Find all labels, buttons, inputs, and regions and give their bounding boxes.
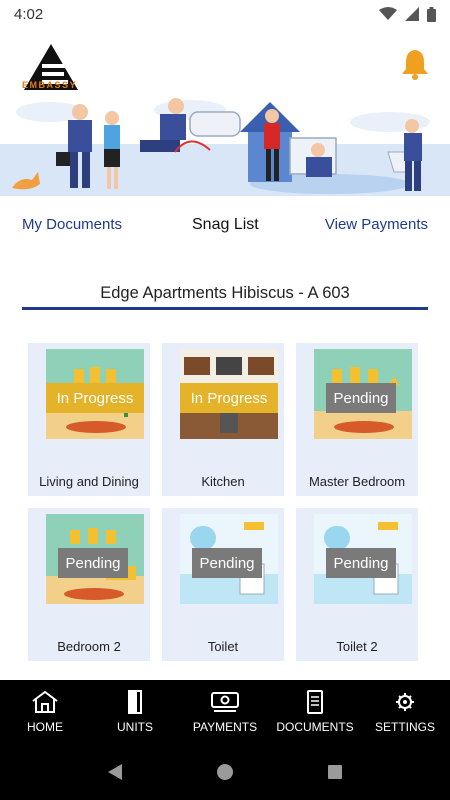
status-badge: Pending <box>192 548 262 578</box>
room-card-master-bedroom[interactable]: Pending Master Bedroom <box>296 343 418 496</box>
document-icon <box>307 690 323 714</box>
bottom-nav: HOME UNITS PAYMENTS DOCUMENTS SETTINGS <box>0 680 450 744</box>
status-time: 4:02 <box>14 5 44 23</box>
room-card-toilet-2[interactable]: Pending Toilet 2 <box>296 508 418 661</box>
room-label: Bedroom 2 <box>57 639 121 654</box>
tab-bar: My Documents Snag List View Payments <box>0 216 450 246</box>
nav-units[interactable]: UNITS <box>90 680 180 744</box>
property-title: Edge Apartments Hibiscus - A 603 <box>22 284 428 310</box>
battery-icon <box>427 6 436 22</box>
room-card-bedroom-2[interactable]: Pending Bedroom 2 <box>28 508 150 661</box>
gear-icon <box>396 693 414 711</box>
room-label: Toilet <box>207 639 239 654</box>
nav-documents[interactable]: DOCUMENTS <box>270 680 360 744</box>
home-icon <box>32 690 58 713</box>
tab-view-payments[interactable]: View Payments <box>325 216 428 233</box>
logo-text: EMBASSY <box>22 80 78 90</box>
nav-label: UNITS <box>117 720 153 734</box>
signal-icon <box>405 7 419 21</box>
room-label: Master Bedroom <box>308 474 406 489</box>
status-icons <box>379 6 436 22</box>
home-circle-icon[interactable] <box>216 763 234 781</box>
nav-home[interactable]: HOME <box>0 680 90 744</box>
room-card-kitchen[interactable]: In Progress Kitchen <box>162 343 284 496</box>
room-card-living-dining[interactable]: In Progress Living and Dining <box>28 343 150 496</box>
notification-bell-icon[interactable] <box>400 48 430 80</box>
cash-icon <box>211 692 239 712</box>
status-bar: 4:02 <box>0 0 450 28</box>
room-label: Living and Dining <box>39 474 139 489</box>
status-badge: Pending <box>58 548 128 578</box>
nav-settings[interactable]: SETTINGS <box>360 680 450 744</box>
room-label: Kitchen <box>201 474 245 489</box>
nav-payments[interactable]: PAYMENTS <box>180 680 270 744</box>
recents-icon[interactable] <box>326 763 344 781</box>
banner-illustration <box>0 98 450 196</box>
back-icon[interactable] <box>106 763 124 781</box>
wifi-icon <box>379 7 397 20</box>
room-label: Toilet 2 <box>336 639 378 654</box>
android-nav-bar <box>0 744 450 800</box>
tab-snag-list[interactable]: Snag List <box>192 216 259 234</box>
status-badge: In Progress <box>46 383 144 413</box>
status-badge: In Progress <box>180 383 278 413</box>
room-grid: In Progress Living and Dining In Progres… <box>28 343 420 661</box>
room-card-toilet[interactable]: Pending Toilet <box>162 508 284 661</box>
tab-my-documents[interactable]: My Documents <box>22 216 122 233</box>
door-icon <box>128 690 142 714</box>
status-badge: Pending <box>326 383 396 413</box>
nav-label: PAYMENTS <box>192 720 258 734</box>
nav-label: HOME <box>27 720 63 734</box>
nav-label: SETTINGS <box>374 720 435 734</box>
status-badge: Pending <box>326 548 396 578</box>
nav-label: DOCUMENTS <box>276 720 354 734</box>
